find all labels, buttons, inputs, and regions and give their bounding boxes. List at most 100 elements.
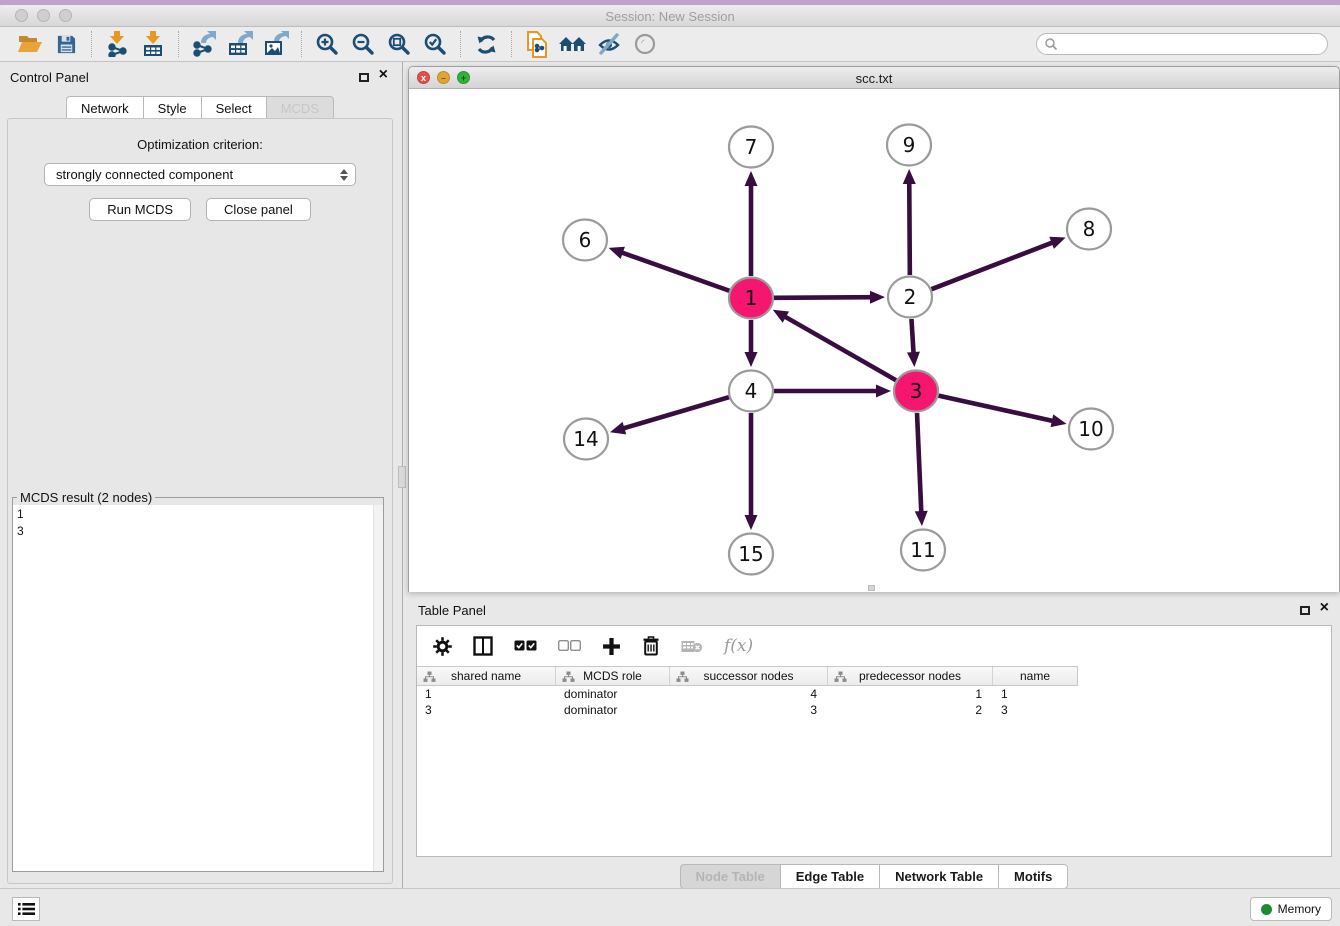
cell-MCDS-role[interactable]: dominator bbox=[556, 686, 670, 702]
edge-3-11[interactable] bbox=[915, 413, 928, 526]
table-tabs: Node TableEdge TableNetwork TableMotifs bbox=[408, 864, 1340, 889]
open-session-button[interactable] bbox=[12, 29, 48, 59]
export-table-button[interactable] bbox=[222, 29, 258, 59]
edge-1-6[interactable] bbox=[609, 247, 730, 291]
node-3[interactable]: 3 bbox=[894, 371, 938, 412]
import-table-button[interactable] bbox=[135, 29, 171, 59]
cell-predecessor-nodes[interactable]: 1 bbox=[828, 686, 993, 702]
zoom-out-button[interactable] bbox=[345, 29, 381, 59]
cell-MCDS-role[interactable]: dominator bbox=[556, 702, 670, 718]
table-tab-network-table[interactable]: Network Table bbox=[879, 864, 998, 889]
control-panel-close-button[interactable]: × bbox=[379, 66, 388, 84]
zoom-fit-button[interactable] bbox=[381, 29, 417, 59]
node-7[interactable]: 7 bbox=[729, 127, 773, 168]
node-label: 2 bbox=[904, 285, 917, 309]
cell-shared-name[interactable]: 3 bbox=[417, 702, 556, 718]
cell-predecessor-nodes[interactable]: 2 bbox=[828, 702, 993, 718]
main-titlebar[interactable]: Session: New Session bbox=[0, 5, 1340, 27]
cell-successor-nodes[interactable]: 4 bbox=[670, 686, 828, 702]
create-column-button[interactable] bbox=[602, 637, 621, 656]
edge-2-8[interactable] bbox=[932, 237, 1066, 289]
refresh-layout-button[interactable] bbox=[468, 29, 504, 59]
zoom-in-button[interactable] bbox=[309, 29, 345, 59]
optimization-criterion-label: Optimization criterion: bbox=[8, 137, 392, 152]
cell-successor-nodes[interactable]: 3 bbox=[670, 702, 828, 718]
cell-name[interactable]: 3 bbox=[993, 702, 1077, 718]
search-field[interactable] bbox=[1036, 33, 1328, 55]
edge-3-1[interactable] bbox=[773, 310, 896, 380]
network-window-zoom-button[interactable]: + bbox=[457, 71, 470, 84]
duplicate-network-button[interactable] bbox=[519, 29, 555, 59]
table-panel-float-button[interactable] bbox=[1300, 606, 1310, 615]
node-11[interactable]: 11 bbox=[901, 530, 945, 571]
function-builder-button[interactable]: f(x) bbox=[724, 636, 753, 656]
table-tab-edge-table[interactable]: Edge Table bbox=[780, 864, 879, 889]
node-9[interactable]: 9 bbox=[887, 125, 931, 166]
node-label: 15 bbox=[738, 542, 763, 566]
edge-4-14[interactable] bbox=[610, 397, 729, 434]
zoom-fit-icon bbox=[387, 32, 411, 56]
network-window-titlebar[interactable]: x – + scc.txt bbox=[409, 67, 1339, 89]
delete-table-button[interactable] bbox=[681, 639, 703, 654]
column-header-shared-name[interactable]: shared name bbox=[417, 667, 556, 685]
horizontal-splitter-handle[interactable] bbox=[868, 585, 875, 591]
table-panel-close-button[interactable]: × bbox=[1320, 599, 1329, 617]
table-tab-motifs[interactable]: Motifs bbox=[998, 864, 1068, 889]
table-settings-button[interactable] bbox=[433, 637, 452, 656]
save-session-button[interactable] bbox=[48, 29, 84, 59]
cell-name[interactable]: 1 bbox=[993, 686, 1077, 702]
network-graph[interactable]: 7 9 6 8 1 2 4 3 14 10 15 11 bbox=[409, 89, 1339, 592]
unselect-all-columns-button[interactable] bbox=[558, 640, 581, 652]
close-panel-button[interactable]: Close panel bbox=[206, 198, 311, 221]
node-15[interactable]: 15 bbox=[729, 534, 773, 575]
hide-selected-button[interactable] bbox=[591, 29, 627, 59]
network-window-minimize-button[interactable]: – bbox=[437, 71, 450, 84]
edge-2-3[interactable] bbox=[907, 319, 920, 367]
select-all-columns-button[interactable] bbox=[514, 640, 537, 652]
export-network-icon bbox=[192, 31, 216, 57]
memory-button[interactable]: Memory bbox=[1250, 897, 1332, 921]
import-network-button[interactable] bbox=[99, 29, 135, 59]
result-scrollbar[interactable] bbox=[373, 505, 383, 871]
show-hidden-button[interactable] bbox=[627, 29, 663, 59]
node-8[interactable]: 8 bbox=[1067, 209, 1111, 250]
node-4[interactable]: 4 bbox=[729, 371, 773, 412]
cell-shared-name[interactable]: 1 bbox=[417, 686, 556, 702]
edge-4-3[interactable] bbox=[774, 385, 891, 398]
table-row[interactable]: 3dominator323 bbox=[417, 702, 1078, 718]
edge-4-15[interactable] bbox=[745, 413, 758, 530]
export-network-button[interactable] bbox=[186, 29, 222, 59]
column-header-successor-nodes[interactable]: successor nodes bbox=[670, 667, 828, 685]
zoom-selected-button[interactable] bbox=[417, 29, 453, 59]
edge-2-9[interactable] bbox=[903, 169, 916, 275]
network-canvas[interactable]: 7 9 6 8 1 2 4 3 14 10 15 11 bbox=[409, 89, 1339, 592]
show-column-panel-button[interactable] bbox=[473, 636, 493, 656]
run-mcds-button[interactable]: Run MCDS bbox=[89, 198, 191, 221]
export-image-button[interactable] bbox=[258, 29, 294, 59]
edge-1-2[interactable] bbox=[774, 291, 885, 304]
column-header-name[interactable]: name bbox=[993, 667, 1077, 685]
node-10[interactable]: 10 bbox=[1069, 409, 1113, 450]
node-2[interactable]: 2 bbox=[888, 277, 932, 318]
node-14[interactable]: 14 bbox=[564, 419, 608, 460]
column-header-predecessor-nodes[interactable]: predecessor nodes bbox=[828, 667, 993, 685]
table-tab-node-table[interactable]: Node Table bbox=[680, 864, 780, 889]
network-window-close-button[interactable]: x bbox=[417, 71, 430, 84]
table-row[interactable]: 1dominator411 bbox=[417, 686, 1078, 702]
home-button[interactable] bbox=[555, 29, 591, 59]
edge-1-4[interactable] bbox=[745, 320, 758, 367]
delete-column-button[interactable] bbox=[642, 636, 660, 656]
node-6[interactable]: 6 bbox=[563, 220, 607, 261]
zoom-out-icon bbox=[351, 32, 375, 56]
control-panel-float-button[interactable] bbox=[359, 73, 369, 82]
task-history-button[interactable] bbox=[12, 897, 40, 921]
column-header-label: successor nodes bbox=[703, 669, 793, 683]
node-1[interactable]: 1 bbox=[729, 278, 773, 319]
toolbar-separator bbox=[460, 31, 461, 57]
optimization-criterion-select[interactable]: strongly connected component bbox=[44, 163, 356, 186]
column-header-MCDS-role[interactable]: MCDS role bbox=[556, 667, 670, 685]
edge-1-7[interactable] bbox=[745, 171, 758, 276]
mcds-result-text[interactable]: 1 3 bbox=[13, 505, 373, 871]
edge-3-10[interactable] bbox=[938, 396, 1066, 427]
search-input[interactable] bbox=[1058, 37, 1327, 51]
